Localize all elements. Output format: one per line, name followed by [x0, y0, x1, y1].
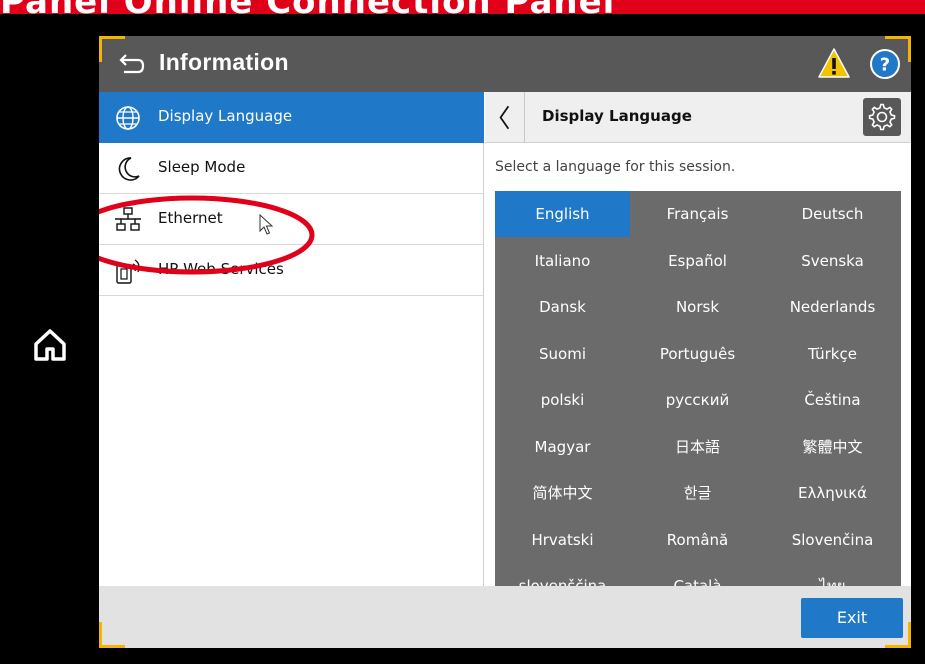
- mouse-cursor-icon: [259, 214, 274, 235]
- language-option[interactable]: 한글: [630, 470, 765, 516]
- printer-screen: Information ? Display Language Sleep Mod…: [99, 36, 911, 648]
- language-option[interactable]: Português: [630, 331, 765, 377]
- language-option[interactable]: Svenska: [765, 238, 900, 284]
- settings-menu: Display Language Sleep Mode Ethernet HP …: [99, 92, 484, 586]
- title-bar: Information ?: [99, 36, 911, 92]
- language-option[interactable]: Türkçe: [765, 331, 900, 377]
- menu-item-ethernet[interactable]: Ethernet: [99, 194, 484, 245]
- language-option[interactable]: Română: [630, 517, 765, 563]
- corner-accent: [885, 622, 911, 648]
- chevron-left-icon[interactable]: [485, 92, 525, 143]
- web-services-icon: [116, 259, 140, 284]
- language-option[interactable]: Dansk: [495, 284, 630, 330]
- language-option[interactable]: Nederlands: [765, 284, 900, 330]
- corner-accent: [99, 622, 125, 648]
- language-option[interactable]: Español: [630, 238, 765, 284]
- menu-item-display-language[interactable]: Display Language: [99, 92, 484, 143]
- language-grid: English Français Deutsch Italiano Español Sve…: [495, 191, 901, 586]
- globe-icon: [116, 106, 140, 130]
- page-title: Information: [159, 49, 289, 75]
- language-option[interactable]: ไทย: [765, 563, 900, 586]
- language-option[interactable]: 日本語: [630, 424, 765, 470]
- language-option[interactable]: Ελληνικά: [765, 470, 900, 516]
- network-icon: [115, 207, 141, 231]
- language-option[interactable]: English: [495, 191, 630, 237]
- language-option[interactable]: Magyar: [495, 424, 630, 470]
- gear-icon[interactable]: [863, 98, 901, 136]
- top-banner: Panel Online Connection Panel: [0, 0, 925, 18]
- warning-icon[interactable]: [817, 47, 851, 79]
- menu-item-label: Display Language: [158, 107, 293, 125]
- language-option[interactable]: Hrvatski: [495, 517, 630, 563]
- corner-accent: [885, 36, 911, 62]
- language-option[interactable]: slovenščina: [495, 563, 630, 586]
- language-option[interactable]: 繁體中文: [765, 424, 900, 470]
- banner-text: Panel Online Connection Panel: [0, 0, 925, 18]
- moon-icon: [118, 157, 140, 181]
- language-option[interactable]: Slovenčina: [765, 517, 900, 563]
- language-option[interactable]: русский: [630, 377, 765, 423]
- footer-bar: Exit: [99, 586, 911, 648]
- corner-accent: [99, 36, 125, 62]
- menu-item-hp-web-services[interactable]: HP Web Services: [99, 245, 484, 296]
- panel-subtitle: Select a language for this session.: [495, 159, 736, 175]
- home-icon[interactable]: [28, 322, 72, 366]
- language-option[interactable]: 简体中文: [495, 470, 630, 516]
- menu-item-label: HP Web Services: [158, 260, 284, 278]
- language-option[interactable]: polski: [495, 377, 630, 423]
- menu-item-sleep-mode[interactable]: Sleep Mode: [99, 143, 484, 194]
- language-panel: Display Language Select a language for t…: [485, 92, 911, 586]
- panel-header: Display Language: [485, 92, 911, 143]
- language-option[interactable]: Suomi: [495, 331, 630, 377]
- language-option[interactable]: Čeština: [765, 377, 900, 423]
- language-option[interactable]: Français: [630, 191, 765, 237]
- panel-title: Display Language: [542, 107, 692, 125]
- language-option[interactable]: Norsk: [630, 284, 765, 330]
- language-option[interactable]: Italiano: [495, 238, 630, 284]
- language-option[interactable]: Deutsch: [765, 191, 900, 237]
- menu-item-label: Ethernet: [158, 209, 223, 227]
- language-option[interactable]: Català: [630, 563, 765, 586]
- menu-item-label: Sleep Mode: [158, 158, 246, 176]
